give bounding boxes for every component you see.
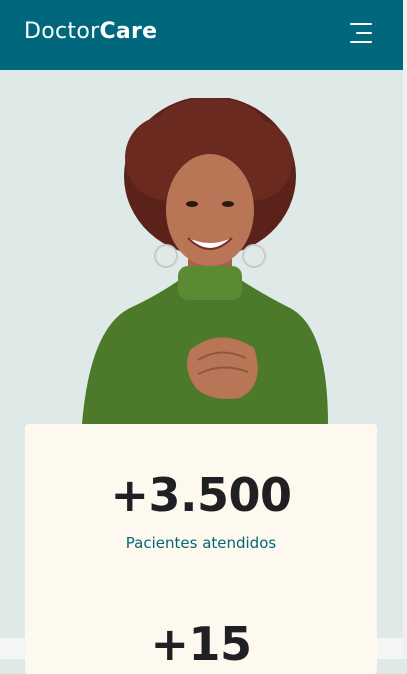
brand-name-light: Doctor bbox=[24, 19, 100, 44]
stat-value-patients: +3.500 bbox=[110, 468, 292, 522]
hamburger-menu-icon[interactable] bbox=[344, 20, 372, 46]
brand-logo[interactable]: DoctorCare bbox=[24, 19, 157, 44]
hero-woman-image bbox=[82, 98, 328, 424]
stats-card: +3.500 Pacientes atendidos +15 bbox=[25, 424, 377, 674]
scrollbar[interactable] bbox=[403, 0, 407, 659]
brand-name-bold: Care bbox=[99, 19, 158, 44]
app-header: DoctorCare bbox=[0, 0, 403, 70]
stat-value-second: +15 bbox=[150, 617, 252, 671]
stat-label-patients: Pacientes atendidos bbox=[125, 534, 277, 552]
